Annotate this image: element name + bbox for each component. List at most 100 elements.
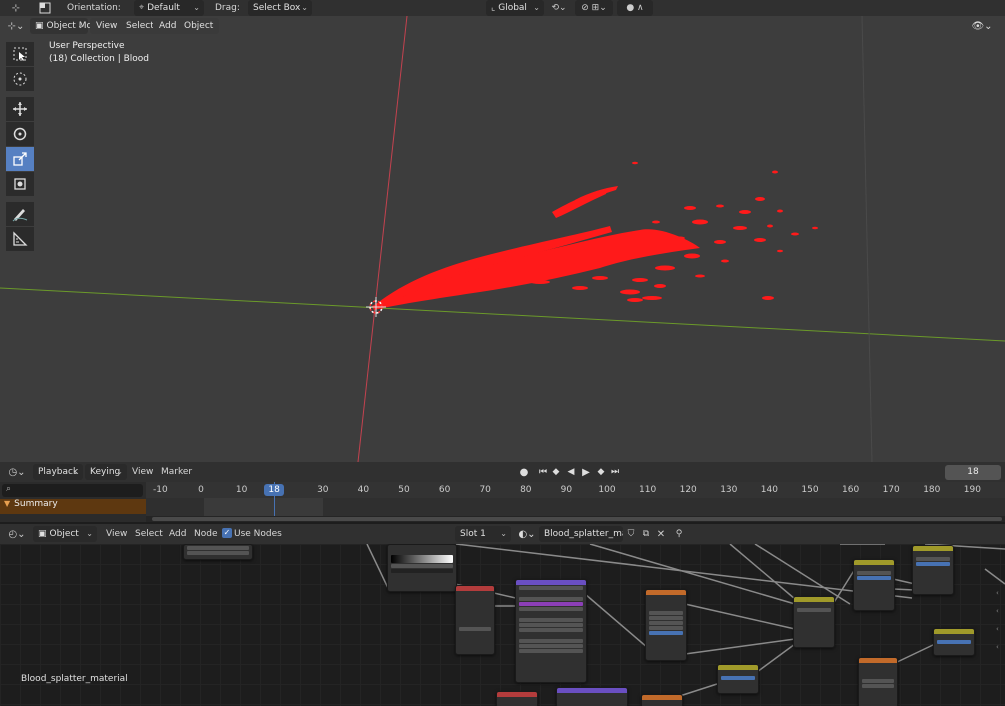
current-frame-field[interactable]: 18	[945, 465, 1001, 480]
use-nodes-label: Use Nodes	[234, 529, 282, 539]
mix-node-2[interactable]	[853, 559, 895, 611]
mapping-node[interactable]	[515, 579, 587, 683]
view-menu[interactable]: View	[90, 18, 124, 34]
viewport-scene	[0, 16, 1005, 462]
snap-icon[interactable]: ⊘ ⊞⌄	[575, 0, 613, 16]
ruler-tick-label: 90	[560, 485, 573, 495]
pivot-point-icon[interactable]: ⟲⌄	[548, 1, 570, 15]
record-icon[interactable]: ●	[518, 465, 530, 479]
mode-dropdown[interactable]: ▣ Object Mode ⌄	[30, 18, 103, 34]
timeline-scrollbar[interactable]	[146, 516, 1005, 522]
duplicate-icon[interactable]: ⧉	[640, 527, 652, 541]
prev-keyframe-icon[interactable]: ◆	[550, 465, 562, 479]
mapping-node-2[interactable]	[556, 687, 628, 706]
jump-end-icon[interactable]: ⏭	[609, 465, 621, 479]
fake-user-shield-icon[interactable]: ⛉	[625, 527, 637, 541]
viewport-header: ⊹⌄ ▣ Object Mode ⌄ View Select Add Object …	[0, 17, 1005, 35]
orientation-icon: ⌖	[139, 3, 145, 13]
3d-viewport[interactable]	[0, 16, 1005, 462]
transform-orientation-dropdown[interactable]: ⌞ Global ⌄	[486, 0, 544, 16]
ruler-tick-label: 60	[438, 485, 451, 495]
node-menu[interactable]: Node	[194, 526, 218, 542]
timeline-body[interactable]: ⌕ ▼ Summary -10 0 10 18 30 40 50 60 70 80 90 100 110 1…	[0, 482, 1005, 522]
node-editor-type-icon[interactable]: ◴⌄	[5, 526, 29, 542]
object-select-icon[interactable]	[38, 1, 52, 15]
material-name-field[interactable]: Blood_splatter_mat...	[539, 526, 623, 542]
ruler-tick-label: 170	[882, 485, 900, 495]
voronoi-texture-node-2[interactable]	[858, 657, 898, 706]
measure-icon[interactable]	[6, 227, 34, 251]
chevron-down-icon: ⌄	[533, 3, 540, 12]
texture-coordinate-node[interactable]	[455, 585, 495, 655]
invert-node-2[interactable]	[717, 664, 759, 694]
unlink-close-icon[interactable]: ✕	[655, 527, 667, 541]
object-menu[interactable]: Object	[178, 18, 220, 34]
cursor-icon[interactable]	[6, 67, 34, 91]
clock-icon[interactable]: ◷⌄	[5, 464, 29, 480]
color-ramp-node[interactable]	[387, 544, 457, 592]
material-name-label: Blood_splatter_material	[21, 674, 128, 684]
chevron-down-icon: ⌄	[72, 467, 79, 476]
slot-dropdown[interactable]: Slot 1 ⌄	[455, 526, 511, 542]
collection-label: (18) Collection | Blood	[49, 54, 150, 64]
ruler-tick-label: 180	[923, 485, 941, 495]
summary-label: Summary	[14, 499, 58, 509]
transform-icon[interactable]	[6, 172, 34, 196]
play-icon[interactable]: ▶	[580, 465, 592, 479]
visibility-icon[interactable]: 👁⌄	[970, 18, 994, 34]
shader-type-dropdown[interactable]: ▣ Object ⌄	[33, 526, 97, 542]
material-browse-icon[interactable]: ◐⌄	[516, 526, 538, 542]
node-select-menu[interactable]: Select	[135, 526, 163, 542]
grid-line	[861, 16, 873, 462]
object-mode-icon: ▣	[35, 21, 44, 31]
search-input[interactable]: ⌕	[2, 484, 143, 497]
mix-color-node[interactable]	[793, 596, 835, 648]
marker-menu[interactable]: Marker	[161, 464, 192, 480]
rotate-icon[interactable]	[6, 122, 34, 146]
node-editor-canvas[interactable]: ‹ ‹ ‹ ‹ Blood_splatter_material	[0, 544, 1005, 706]
vector-values-node[interactable]	[183, 544, 253, 560]
next-keyframe-icon[interactable]: ◆	[595, 465, 607, 479]
proportional-edit-icon[interactable]: ● ∧	[617, 0, 653, 16]
sidebar-collapse-arrows[interactable]: ‹ ‹ ‹ ‹	[996, 584, 1005, 664]
pin-icon[interactable]: ⚲	[673, 527, 685, 541]
ruler-tick-label: 50	[398, 485, 410, 495]
voronoi-texture-node[interactable]	[645, 589, 687, 661]
drag-dropdown[interactable]: Select Box ⌄	[248, 0, 312, 16]
perspective-label: User Perspective	[49, 41, 125, 51]
orientation-value: Default	[147, 3, 180, 13]
play-reverse-icon[interactable]: ◀	[565, 465, 577, 479]
playback-menu[interactable]: Playback ⌄	[33, 464, 83, 480]
texture-coordinate-node-2[interactable]	[496, 691, 538, 706]
orientation-dropdown[interactable]: ⌖ Default ⌄	[134, 0, 204, 16]
timeline-header: ◷⌄ Playback ⌄ Keying ⌄ View Marker ● ⏮ ◆ ◀…	[0, 462, 1005, 482]
keying-menu[interactable]: Keying ⌄	[85, 464, 127, 480]
move-icon[interactable]	[6, 97, 34, 121]
node-view-menu[interactable]: View	[106, 526, 127, 542]
expand-arrow-icon: ▼	[4, 499, 11, 508]
chevron-down-icon: ⌄	[193, 3, 200, 12]
annotate-icon[interactable]	[6, 202, 34, 226]
select-mode-icon[interactable]: ⊹	[8, 1, 24, 15]
jump-start-icon[interactable]: ⏮	[537, 465, 549, 479]
editor-type-icon[interactable]: ⊹⌄	[4, 18, 28, 34]
node-add-menu[interactable]: Add	[169, 526, 186, 542]
ruler-tick-label: 0	[198, 485, 204, 495]
use-nodes-checkbox[interactable]: ✓	[222, 528, 232, 538]
scale-icon[interactable]	[6, 147, 34, 171]
ruler-tick-label: 110	[639, 485, 657, 495]
slot-value: Slot 1	[460, 529, 486, 539]
invert-node[interactable]	[933, 628, 975, 656]
multiply-node[interactable]	[912, 545, 954, 595]
node-editor-header: ◴⌄ ▣ Object ⌄ View Select Add Node ✓ Use N…	[0, 524, 1005, 544]
drag-label: Drag:	[215, 3, 240, 13]
voronoi-texture-node-3[interactable]	[641, 694, 683, 706]
ruler-tick-label: -10	[153, 485, 168, 495]
y-axis-line	[0, 287, 1005, 342]
summary-channel[interactable]: ▼ Summary	[0, 499, 146, 514]
select-box-icon[interactable]	[6, 42, 34, 66]
timeline-view-menu[interactable]: View	[132, 464, 153, 480]
ruler-tick-label: 120	[679, 485, 697, 495]
chevron-down-icon: ⌄	[116, 467, 123, 476]
shader-type-value: Object	[49, 529, 79, 539]
